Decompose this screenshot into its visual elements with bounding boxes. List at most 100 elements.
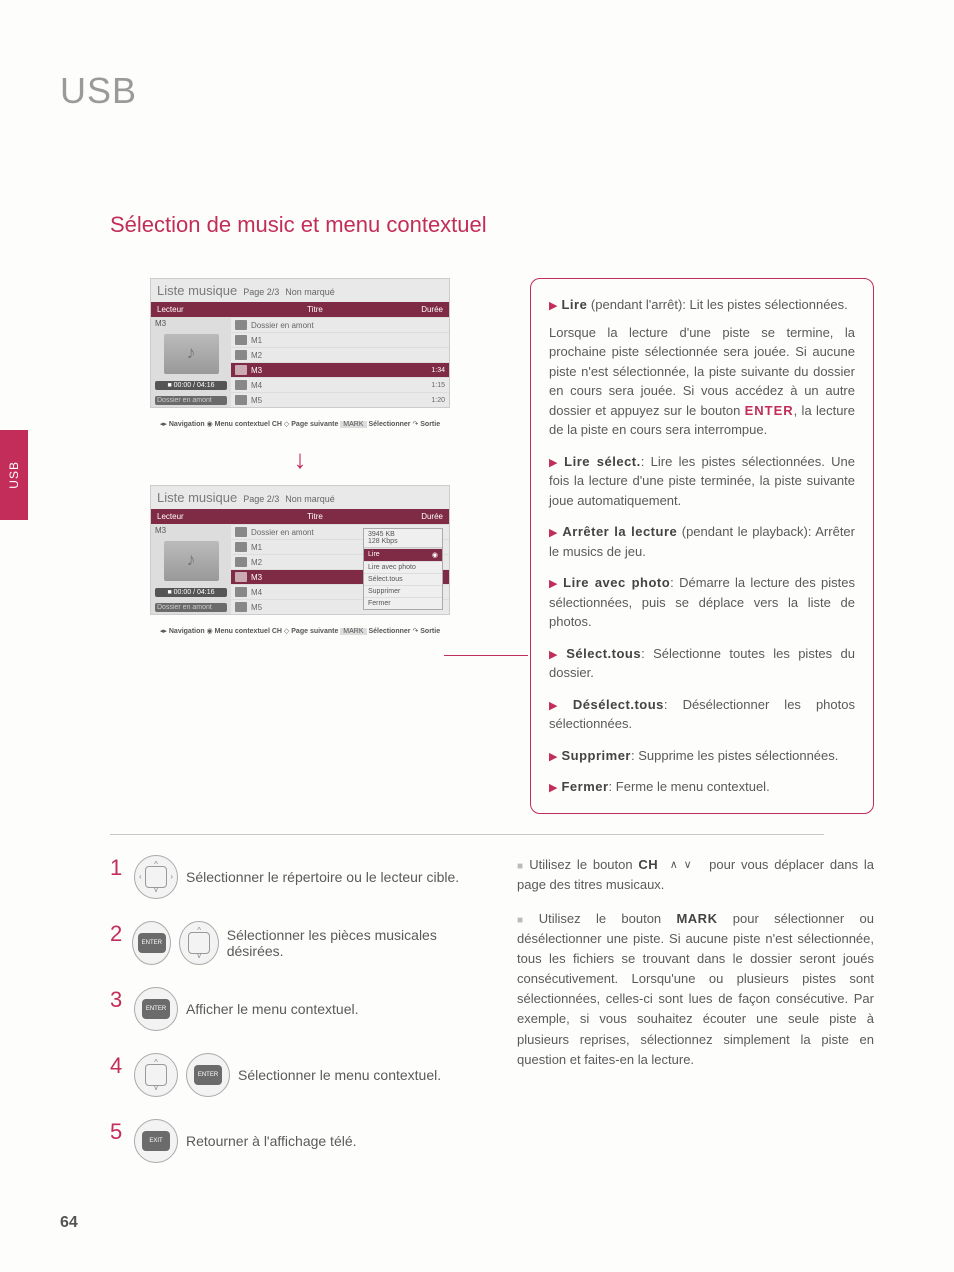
enter-button[interactable]: ENTER: [134, 987, 178, 1031]
current-track: M3: [155, 526, 227, 535]
step-row: 1 ^v‹› Sélectionner le répertoire ou le …: [110, 855, 467, 899]
col-duration: Durée: [393, 305, 443, 314]
desc-item: ▶Lire avec photo: Démarre la lecture des…: [549, 573, 855, 632]
popup-file-info: 3945 KB 128 Kbps: [364, 529, 442, 548]
step-number: 5: [110, 1119, 126, 1145]
folder-icon: [235, 320, 247, 330]
context-popup: 3945 KB 128 Kbps Lire◉ Lire avec photo S…: [363, 528, 443, 610]
desc-item: ▶Arrêter la lecture (pendant le playback…: [549, 522, 855, 561]
enter-button[interactable]: ENTER: [132, 921, 171, 965]
music-icon: [164, 541, 219, 581]
note-item: ■Utilisez le bouton CH ∧ ∨ pour vous dép…: [517, 855, 874, 895]
play-icon: ▶: [549, 578, 559, 590]
desc-extra: Lorsque la lecture d'une piste se termin…: [549, 323, 855, 440]
list-item[interactable]: Dossier en amont: [231, 317, 449, 332]
play-icon: ▶: [549, 782, 557, 794]
exit-button[interactable]: EXIT: [134, 1119, 178, 1163]
bullet-icon: ■: [517, 861, 525, 872]
panel-page-info: Page 2/3: [243, 494, 279, 504]
dpad-button[interactable]: ^v: [179, 921, 218, 965]
step-number: 1: [110, 855, 126, 881]
track-icon: [235, 380, 247, 390]
list-item[interactable]: M51:20: [231, 392, 449, 407]
step-number: 4: [110, 1053, 126, 1079]
step-text: Sélectionner le répertoire ou le lecteur…: [186, 869, 459, 885]
music-list-panel-2: Liste musique Page 2/3 Non marqué Lecteu…: [150, 485, 450, 615]
panel-nav-bar: ◂▸ Navigation ◉ Menu contextuel CH ◇ Pag…: [110, 623, 490, 647]
popup-item-delete[interactable]: Supprimer: [364, 585, 442, 597]
folder-icon: [235, 527, 247, 537]
music-list-panel-1: Liste musique Page 2/3 Non marqué Lecteu…: [150, 278, 450, 408]
col-duration: Durée: [393, 512, 443, 521]
step-text: Sélectionner le menu contextuel.: [238, 1067, 441, 1083]
desc-item: ▶Supprimer: Supprime les pistes sélectio…: [549, 746, 855, 766]
dpad-button[interactable]: ^v‹›: [134, 855, 178, 899]
play-icon: ▶: [549, 700, 569, 712]
panel-nav-bar: ◂▸ Navigation ◉ Menu contextuel CH ◇ Pag…: [110, 416, 490, 440]
popup-item-select-all[interactable]: Sélect.tous: [364, 573, 442, 585]
side-tab: USB: [0, 430, 28, 520]
track-icon: [235, 542, 247, 552]
desc-item: ▶Lire sélect.: Lire les pistes sélection…: [549, 452, 855, 511]
track-icon: [235, 557, 247, 567]
steps-list: 1 ^v‹› Sélectionner le répertoire ou le …: [110, 855, 467, 1185]
notes-column: ■Utilisez le bouton CH ∧ ∨ pour vous dép…: [517, 855, 874, 1185]
step-number: 3: [110, 987, 126, 1013]
track-icon: [235, 350, 247, 360]
desc-item: ▶Désélect.tous: Désélectionner les photo…: [549, 695, 855, 734]
col-title: Titre: [237, 305, 393, 314]
popup-item-close[interactable]: Fermer: [364, 597, 442, 609]
panel-page-info: Page 2/3: [243, 287, 279, 297]
col-player: Lecteur: [157, 512, 237, 521]
list-item[interactable]: M1: [231, 332, 449, 347]
desc-item: ▶Fermer: Ferme le menu contextuel.: [549, 777, 855, 797]
note-item: ■Utilisez le bouton MARK pour sélectionn…: [517, 909, 874, 1070]
playback-time: ■ 00:00 / 04:16: [155, 381, 227, 390]
list-item-selected[interactable]: M31:34: [231, 362, 449, 377]
track-icon: [235, 572, 247, 582]
separator: [110, 834, 824, 835]
panel-marked: Non marqué: [285, 287, 335, 297]
play-icon: ▶: [549, 527, 558, 539]
step-text: Retourner à l'affichage télé.: [186, 1133, 357, 1149]
play-icon: ▶: [549, 649, 562, 661]
playback-time: ■ 00:00 / 04:16: [155, 588, 227, 597]
section-title: Sélection de music et menu contextuel: [110, 212, 874, 238]
list-item[interactable]: M2: [231, 347, 449, 362]
panel-title: Liste musique: [157, 490, 237, 505]
step-text: Afficher le menu contextuel.: [186, 1001, 359, 1017]
track-icon: [235, 602, 247, 612]
track-list: Dossier en amont M1 M2 M31:34 M41:15 M51…: [231, 317, 449, 407]
step-row: 4 ^v ENTER Sélectionner le menu contextu…: [110, 1053, 467, 1097]
arrow-down-icon: ↓: [110, 444, 490, 475]
play-icon: ▶: [549, 300, 557, 312]
step-row: 5 EXIT Retourner à l'affichage télé.: [110, 1119, 467, 1163]
col-player: Lecteur: [157, 305, 237, 314]
popup-item-play[interactable]: Lire◉: [364, 548, 442, 561]
panel-marked: Non marqué: [285, 494, 335, 504]
play-icon: ▶: [549, 751, 557, 763]
step-row: 3 ENTER Afficher le menu contextuel.: [110, 987, 467, 1031]
page-number: 64: [60, 1214, 78, 1232]
play-icon: ▶: [549, 457, 560, 469]
music-icon: [164, 334, 219, 374]
desc-item: ▶Lire (pendant l'arrêt): Lit les pistes …: [549, 295, 855, 440]
right-column: ▶Lire (pendant l'arrêt): Lit les pistes …: [530, 278, 874, 814]
current-track: M3: [155, 319, 227, 328]
side-tab-label: USB: [7, 461, 21, 489]
list-item[interactable]: M41:15: [231, 377, 449, 392]
panel-title: Liste musique: [157, 283, 237, 298]
connector-line: [444, 655, 528, 656]
up-folder-side: Dossier en amont: [155, 396, 227, 405]
step-row: 2 ENTER ^v Sélectionner les pièces music…: [110, 921, 467, 965]
bullet-icon: ■: [517, 915, 535, 926]
popup-item-play-photo[interactable]: Lire avec photo: [364, 561, 442, 573]
enter-button[interactable]: ENTER: [186, 1053, 230, 1097]
track-icon: [235, 335, 247, 345]
description-box: ▶Lire (pendant l'arrêt): Lit les pistes …: [530, 278, 874, 814]
track-icon: [235, 395, 247, 405]
dpad-button[interactable]: ^v: [134, 1053, 178, 1097]
step-text: Sélectionner les pièces musicales désiré…: [227, 927, 467, 959]
up-folder-side: Dossier en amont: [155, 603, 227, 612]
track-icon: [235, 365, 247, 375]
